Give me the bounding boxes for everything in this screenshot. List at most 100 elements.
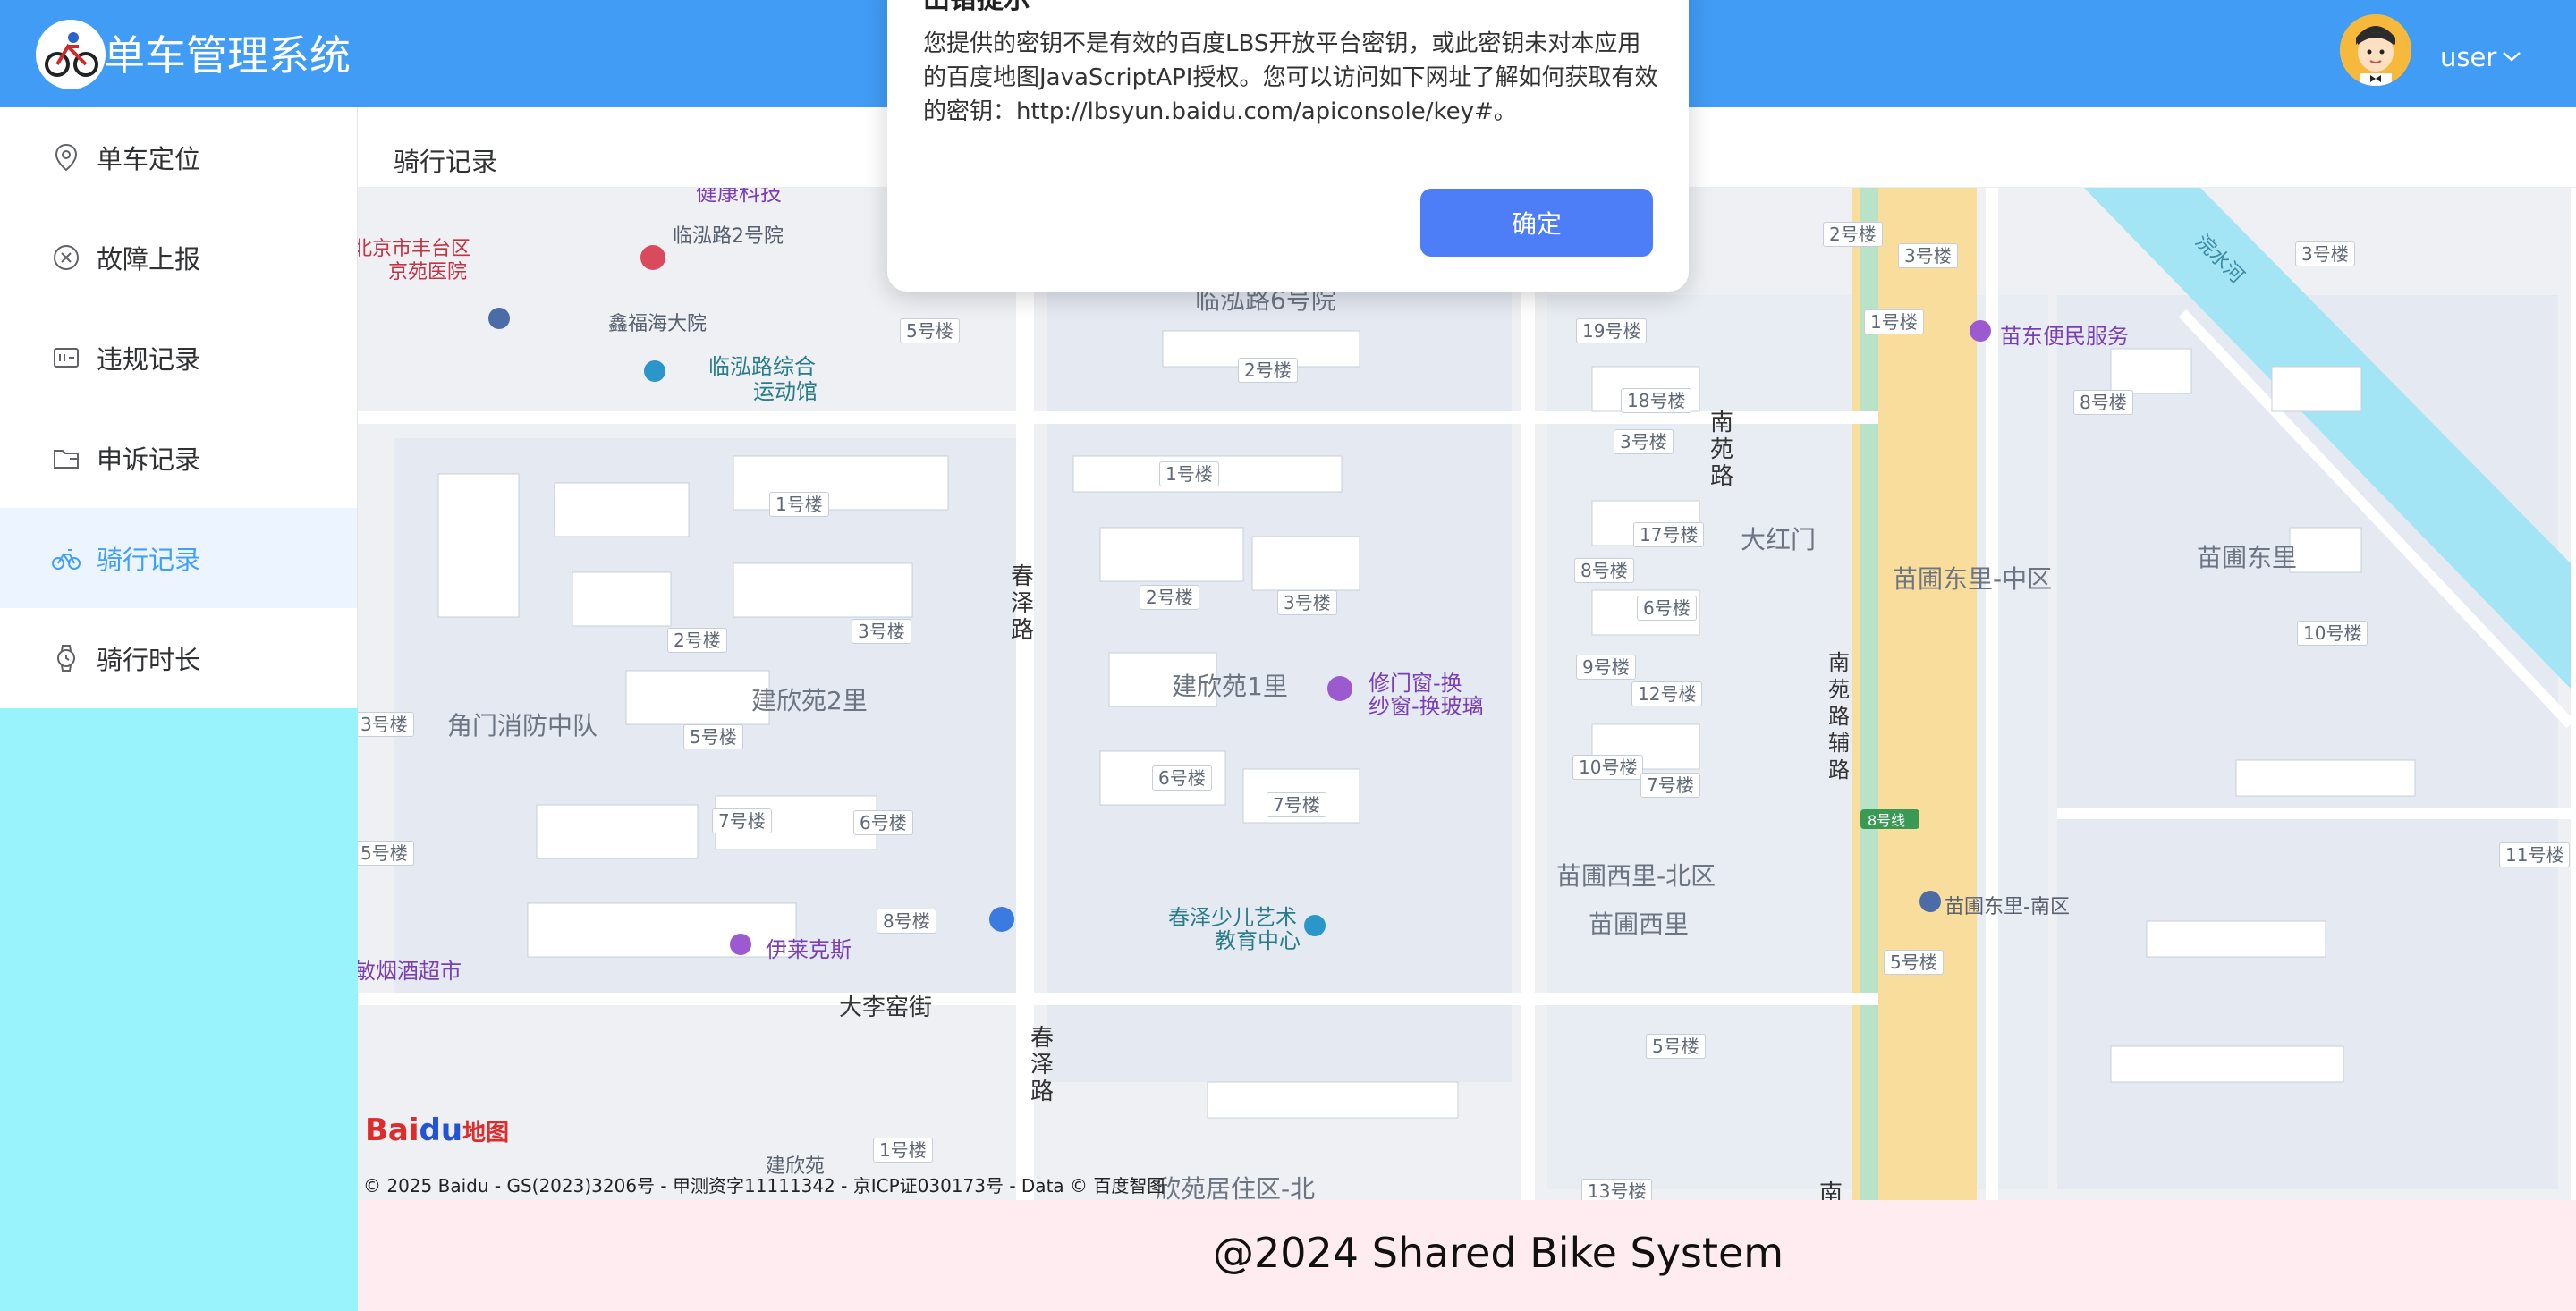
building-tag: 19号楼 <box>1576 318 1648 343</box>
map-label: 南苑路 <box>1710 410 1734 490</box>
building-tag: 3号楼 <box>852 619 911 644</box>
sidebar-item-label: 违规记录 <box>97 344 201 375</box>
error-dialog: 出错提示 您提供的密钥不是有效的百度LBS开放平台密钥，或此密钥未对本应用的百度… <box>887 0 1689 292</box>
folder-icon <box>50 442 82 474</box>
sidebar-item-fault-report[interactable]: 故障上报 <box>0 207 357 308</box>
map-label: 京苑医院 <box>388 261 468 283</box>
chevron-down-icon[interactable] <box>2501 48 2522 64</box>
bicycle-icon <box>50 542 82 574</box>
building-tag: 2号楼 <box>1238 358 1298 383</box>
baidu-map-logo: Baidu地图 <box>365 1112 509 1148</box>
app-title: 单车管理系统 <box>104 31 351 80</box>
sidebar-item-bike-location[interactable]: 单车定位 <box>0 107 357 207</box>
building-tag: 7号楼 <box>712 808 772 833</box>
map-label: 苗圃西里 <box>1589 909 1690 939</box>
building-tag: 3号楼 <box>2295 241 2355 266</box>
map-label: 角门消防中队 <box>447 711 598 740</box>
sidebar-item-ride-records[interactable]: 骑行记录 <box>0 508 357 608</box>
avatar-face-icon <box>2340 14 2411 86</box>
circle-x-icon <box>50 241 82 274</box>
map-label: 敏烟酒超市 <box>358 959 462 984</box>
map-label: 鑫福海大院 <box>608 313 708 335</box>
baidu-logo-text: du <box>419 1112 463 1148</box>
user-menu-name[interactable]: user <box>2440 39 2496 75</box>
map-label: 大李窑街 <box>839 994 933 1021</box>
sidebar-item-label: 故障上报 <box>97 244 201 275</box>
map-label: 苗东便民服务 <box>2000 324 2129 349</box>
map-label: 苗圃东里 <box>2197 543 2298 572</box>
building-tag: 6号楼 <box>1637 596 1697 621</box>
building-tag: 10号楼 <box>2297 621 2368 646</box>
map-label: 运动馆 <box>753 379 818 404</box>
building-tag: 13号楼 <box>1581 1179 1653 1200</box>
sidebar-item-appeal-records[interactable]: 申诉记录 <box>0 408 357 508</box>
user-avatar[interactable] <box>2340 14 2411 86</box>
sidebar-item-label: 单车定位 <box>97 144 201 174</box>
metro-line-badge: 8号线 <box>1868 812 1906 829</box>
confirm-button[interactable]: 确定 <box>1420 189 1653 257</box>
map-label: 苗圃东里-南区 <box>1945 896 2070 918</box>
record-card-icon <box>50 342 82 374</box>
building-tag: 18号楼 <box>1621 388 1692 413</box>
breadcrumb-current: 骑行记录 <box>394 147 498 177</box>
building-tag: 8号楼 <box>2073 390 2133 415</box>
building-tag: 7号楼 <box>1640 773 1700 798</box>
building-tag: 3号楼 <box>358 712 414 737</box>
bike-logo-icon <box>45 32 98 77</box>
location-pin-icon <box>50 141 82 173</box>
building-tag: 17号楼 <box>1633 522 1705 547</box>
building-tag: 5号楼 <box>1884 950 1944 975</box>
building-tag: 9号楼 <box>1576 655 1636 680</box>
baidu-map[interactable]: 健康科技 临泓路2号院 北京市丰台区 京苑医院 鑫福海大院 临泓路综合 运动馆 … <box>358 188 2571 1200</box>
building-tag: 2号楼 <box>1140 585 1199 610</box>
baidu-logo-text: Bai <box>365 1112 419 1148</box>
building-tag: 6号楼 <box>1152 765 1212 791</box>
building-tag: 2号楼 <box>1823 222 1883 247</box>
building-tag: 10号楼 <box>1572 755 1644 780</box>
building-tag: 8号楼 <box>1574 558 1634 583</box>
sidebar-item-label: 骑行记录 <box>97 545 201 575</box>
building-tag: 5号楼 <box>358 841 414 866</box>
building-tag: 5号楼 <box>900 318 960 343</box>
map-label: 建欣苑1里 <box>1172 672 1288 701</box>
building-tag: 2号楼 <box>667 628 727 653</box>
building-tag: 3号楼 <box>1614 429 1674 454</box>
watch-icon <box>50 642 82 674</box>
building-tag: 7号楼 <box>1267 792 1326 817</box>
baidu-logo-text: 地图 <box>462 1120 510 1146</box>
building-tag: 11号楼 <box>2499 842 2571 867</box>
map-label: 建欣苑2里 <box>751 686 868 715</box>
dialog-message: 您提供的密钥不是有效的百度LBS开放平台密钥，或此密钥未对本应用的百度地图Jav… <box>923 30 1658 125</box>
sidebar-item-violation-records[interactable]: 违规记录 <box>0 308 357 408</box>
map-label: 健康科技 <box>696 188 782 206</box>
building-tag: 1号楼 <box>1864 309 1924 334</box>
map-label: 苗圃东里-中区 <box>1893 564 2053 594</box>
map-label: 春泽路 <box>1030 1025 1055 1105</box>
building-tag: 5号楼 <box>1646 1034 1706 1059</box>
building-tag: 12号楼 <box>1631 681 1703 706</box>
building-tag: 6号楼 <box>853 810 913 835</box>
map-label: 南苑路辅路 <box>1828 650 1850 782</box>
map-label: 临泓路2号院 <box>673 225 784 248</box>
building-tag: 5号楼 <box>683 724 743 749</box>
map-copyright: © 2025 Baidu - GS(2023)3206号 - 甲测资字11111… <box>363 1175 1165 1197</box>
map-label: 大红门 <box>1741 525 1817 554</box>
map-label: 苗圃西里-北区 <box>1556 861 1716 891</box>
map-label: 教育中心 <box>1215 928 1301 953</box>
sidebar-item-ride-duration[interactable]: 骑行时长 <box>0 608 357 708</box>
map-label: 纱窗-换玻璃 <box>1368 694 1484 719</box>
app-logo <box>36 20 106 89</box>
building-tag: 1号楼 <box>1159 461 1219 486</box>
sidebar-item-label: 骑行时长 <box>97 645 201 675</box>
sidebar: 单车定位 故障上报 违规记录 申诉记录 骑行记录 骑行时长 <box>0 107 358 1311</box>
building-tag: 3号楼 <box>1898 243 1958 268</box>
building-tag: 3号楼 <box>1277 590 1337 615</box>
dialog-title: 出错提示 <box>923 0 1030 16</box>
building-tag: 1号楼 <box>769 492 829 517</box>
page-footer: @2024 Shared Bike System <box>358 1200 2576 1311</box>
footer-text: @2024 Shared Bike System <box>1213 1229 1784 1277</box>
map-label: 欣苑居住区-北 <box>1156 1174 1316 1200</box>
map-label: 春泽路 <box>1011 563 1035 644</box>
sidebar-menu: 单车定位 故障上报 违规记录 申诉记录 骑行记录 骑行时长 <box>0 107 358 708</box>
map-label: 南 <box>1819 1180 1843 1200</box>
